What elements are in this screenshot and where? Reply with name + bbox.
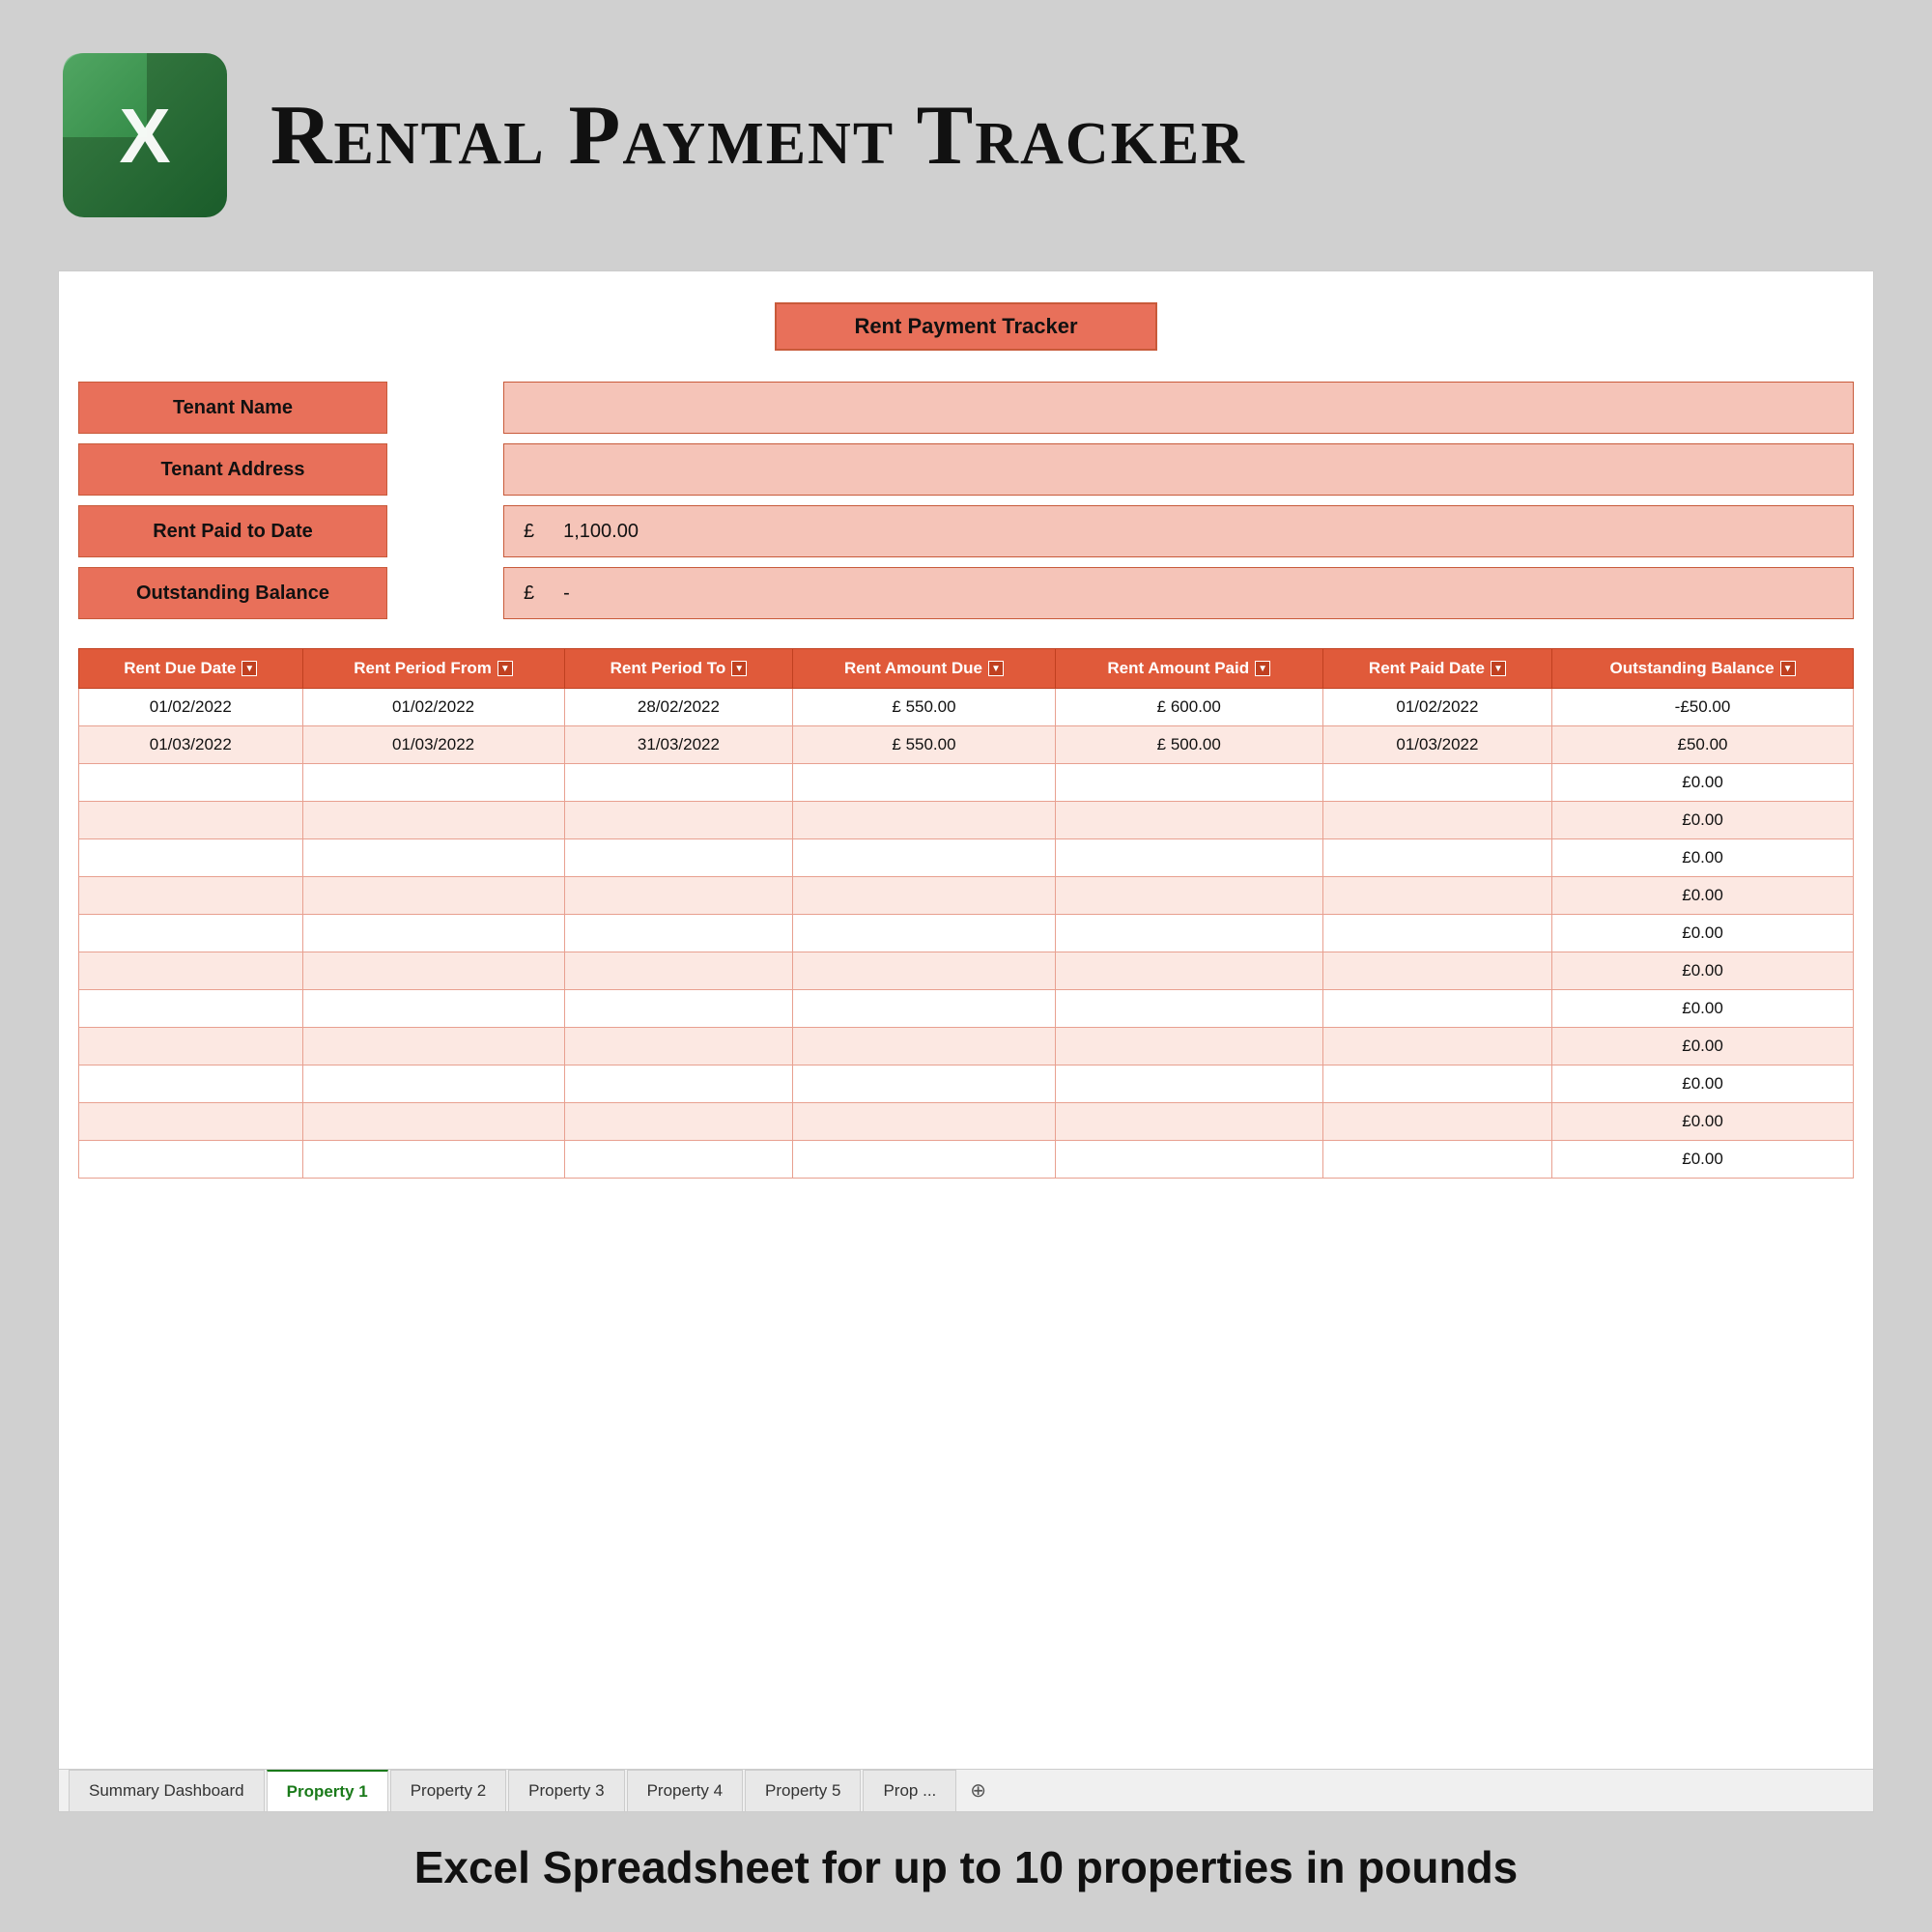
outstanding-value: £ -	[503, 567, 1854, 619]
dropdown-arrow-7[interactable]: ▼	[1780, 661, 1796, 676]
table-row[interactable]: £0.00	[79, 764, 1854, 802]
col-rent-amount-due[interactable]: Rent Amount Due ▼	[793, 649, 1055, 689]
col-rent-period-from[interactable]: Rent Period From ▼	[302, 649, 564, 689]
table-header-row: Rent Due Date ▼ Rent Period From ▼	[79, 649, 1854, 689]
tab-property-2[interactable]: Property 2	[390, 1770, 506, 1811]
info-row-rent-paid: Rent Paid to Date £ 1,100.00	[78, 505, 1854, 557]
tenant-address-value[interactable]	[503, 443, 1854, 496]
table-row[interactable]: £0.00	[79, 839, 1854, 877]
app-title: Rental Payment Tracker	[270, 87, 1246, 185]
info-row-tenant-name: Tenant Name	[78, 382, 1854, 434]
table-row[interactable]: £0.00	[79, 1028, 1854, 1065]
col-rent-due-date[interactable]: Rent Due Date ▼	[79, 649, 303, 689]
rent-paid-amount: 1,100.00	[563, 521, 639, 543]
tab-property-1[interactable]: Property 1	[267, 1770, 388, 1811]
info-section: Tenant Name Tenant Address Rent Paid to …	[59, 372, 1873, 639]
table-row[interactable]: £0.00	[79, 1141, 1854, 1179]
tab-prop-...[interactable]: Prop ...	[863, 1770, 956, 1811]
rent-paid-value: £ 1,100.00	[503, 505, 1854, 557]
dropdown-arrow-6[interactable]: ▼	[1491, 661, 1506, 676]
excel-logo: X	[58, 48, 232, 222]
currency-symbol-2: £	[524, 582, 534, 605]
info-row-tenant-address: Tenant Address	[78, 443, 1854, 496]
sheet-title-box: Rent Payment Tracker	[775, 302, 1156, 351]
dropdown-arrow-4[interactable]: ▼	[988, 661, 1004, 676]
footer-section: Excel Spreadsheet for up to 10 propertie…	[58, 1841, 1874, 1893]
outstanding-label: Outstanding Balance	[78, 567, 387, 619]
outstanding-amount: -	[563, 582, 570, 605]
col-rent-amount-paid[interactable]: Rent Amount Paid ▼	[1055, 649, 1322, 689]
table-row[interactable]: £0.00	[79, 990, 1854, 1028]
col-rent-paid-date[interactable]: Rent Paid Date ▼	[1322, 649, 1551, 689]
table-row[interactable]: £0.00	[79, 1065, 1854, 1103]
footer-text: Excel Spreadsheet for up to 10 propertie…	[58, 1841, 1874, 1893]
dropdown-arrow-2[interactable]: ▼	[497, 661, 513, 676]
table-row[interactable]: 01/02/202201/02/202228/02/2022£ 550.00£ …	[79, 689, 1854, 726]
table-row[interactable]: £0.00	[79, 877, 1854, 915]
tab-summary-dashboard[interactable]: Summary Dashboard	[69, 1770, 265, 1811]
table-row[interactable]: £0.00	[79, 915, 1854, 952]
table-row[interactable]: £0.00	[79, 952, 1854, 990]
page-wrapper: X Rental Payment Tracker Rent Payment Tr…	[0, 0, 1932, 1932]
currency-symbol-1: £	[524, 521, 534, 543]
header-section: X Rental Payment Tracker	[58, 39, 1874, 232]
svg-text:X: X	[119, 93, 170, 179]
table-section: Rent Due Date ▼ Rent Period From ▼	[59, 639, 1873, 1769]
sheet-title-bar: Rent Payment Tracker	[755, 291, 1176, 362]
spreadsheet-container: Rent Payment Tracker Tenant Name Tenant …	[58, 270, 1874, 1812]
data-table: Rent Due Date ▼ Rent Period From ▼	[78, 648, 1854, 1179]
table-row[interactable]: 01/03/202201/03/202231/03/2022£ 550.00£ …	[79, 726, 1854, 764]
col-rent-period-to[interactable]: Rent Period To ▼	[564, 649, 793, 689]
add-sheet-button[interactable]: ⊕	[958, 1770, 998, 1811]
dropdown-arrow-5[interactable]: ▼	[1255, 661, 1270, 676]
tab-property-3[interactable]: Property 3	[508, 1770, 624, 1811]
info-row-outstanding: Outstanding Balance £ -	[78, 567, 1854, 619]
tenant-address-label: Tenant Address	[78, 443, 387, 496]
table-row[interactable]: £0.00	[79, 802, 1854, 839]
tabs-bar: Summary DashboardProperty 1Property 2Pro…	[59, 1769, 1873, 1811]
rent-paid-label: Rent Paid to Date	[78, 505, 387, 557]
tab-property-4[interactable]: Property 4	[627, 1770, 743, 1811]
tab-property-5[interactable]: Property 5	[745, 1770, 861, 1811]
col-outstanding-balance[interactable]: Outstanding Balance ▼	[1552, 649, 1854, 689]
dropdown-arrow-3[interactable]: ▼	[731, 661, 747, 676]
dropdown-arrow-1[interactable]: ▼	[242, 661, 257, 676]
tenant-name-value[interactable]	[503, 382, 1854, 434]
tenant-name-label: Tenant Name	[78, 382, 387, 434]
table-row[interactable]: £0.00	[79, 1103, 1854, 1141]
